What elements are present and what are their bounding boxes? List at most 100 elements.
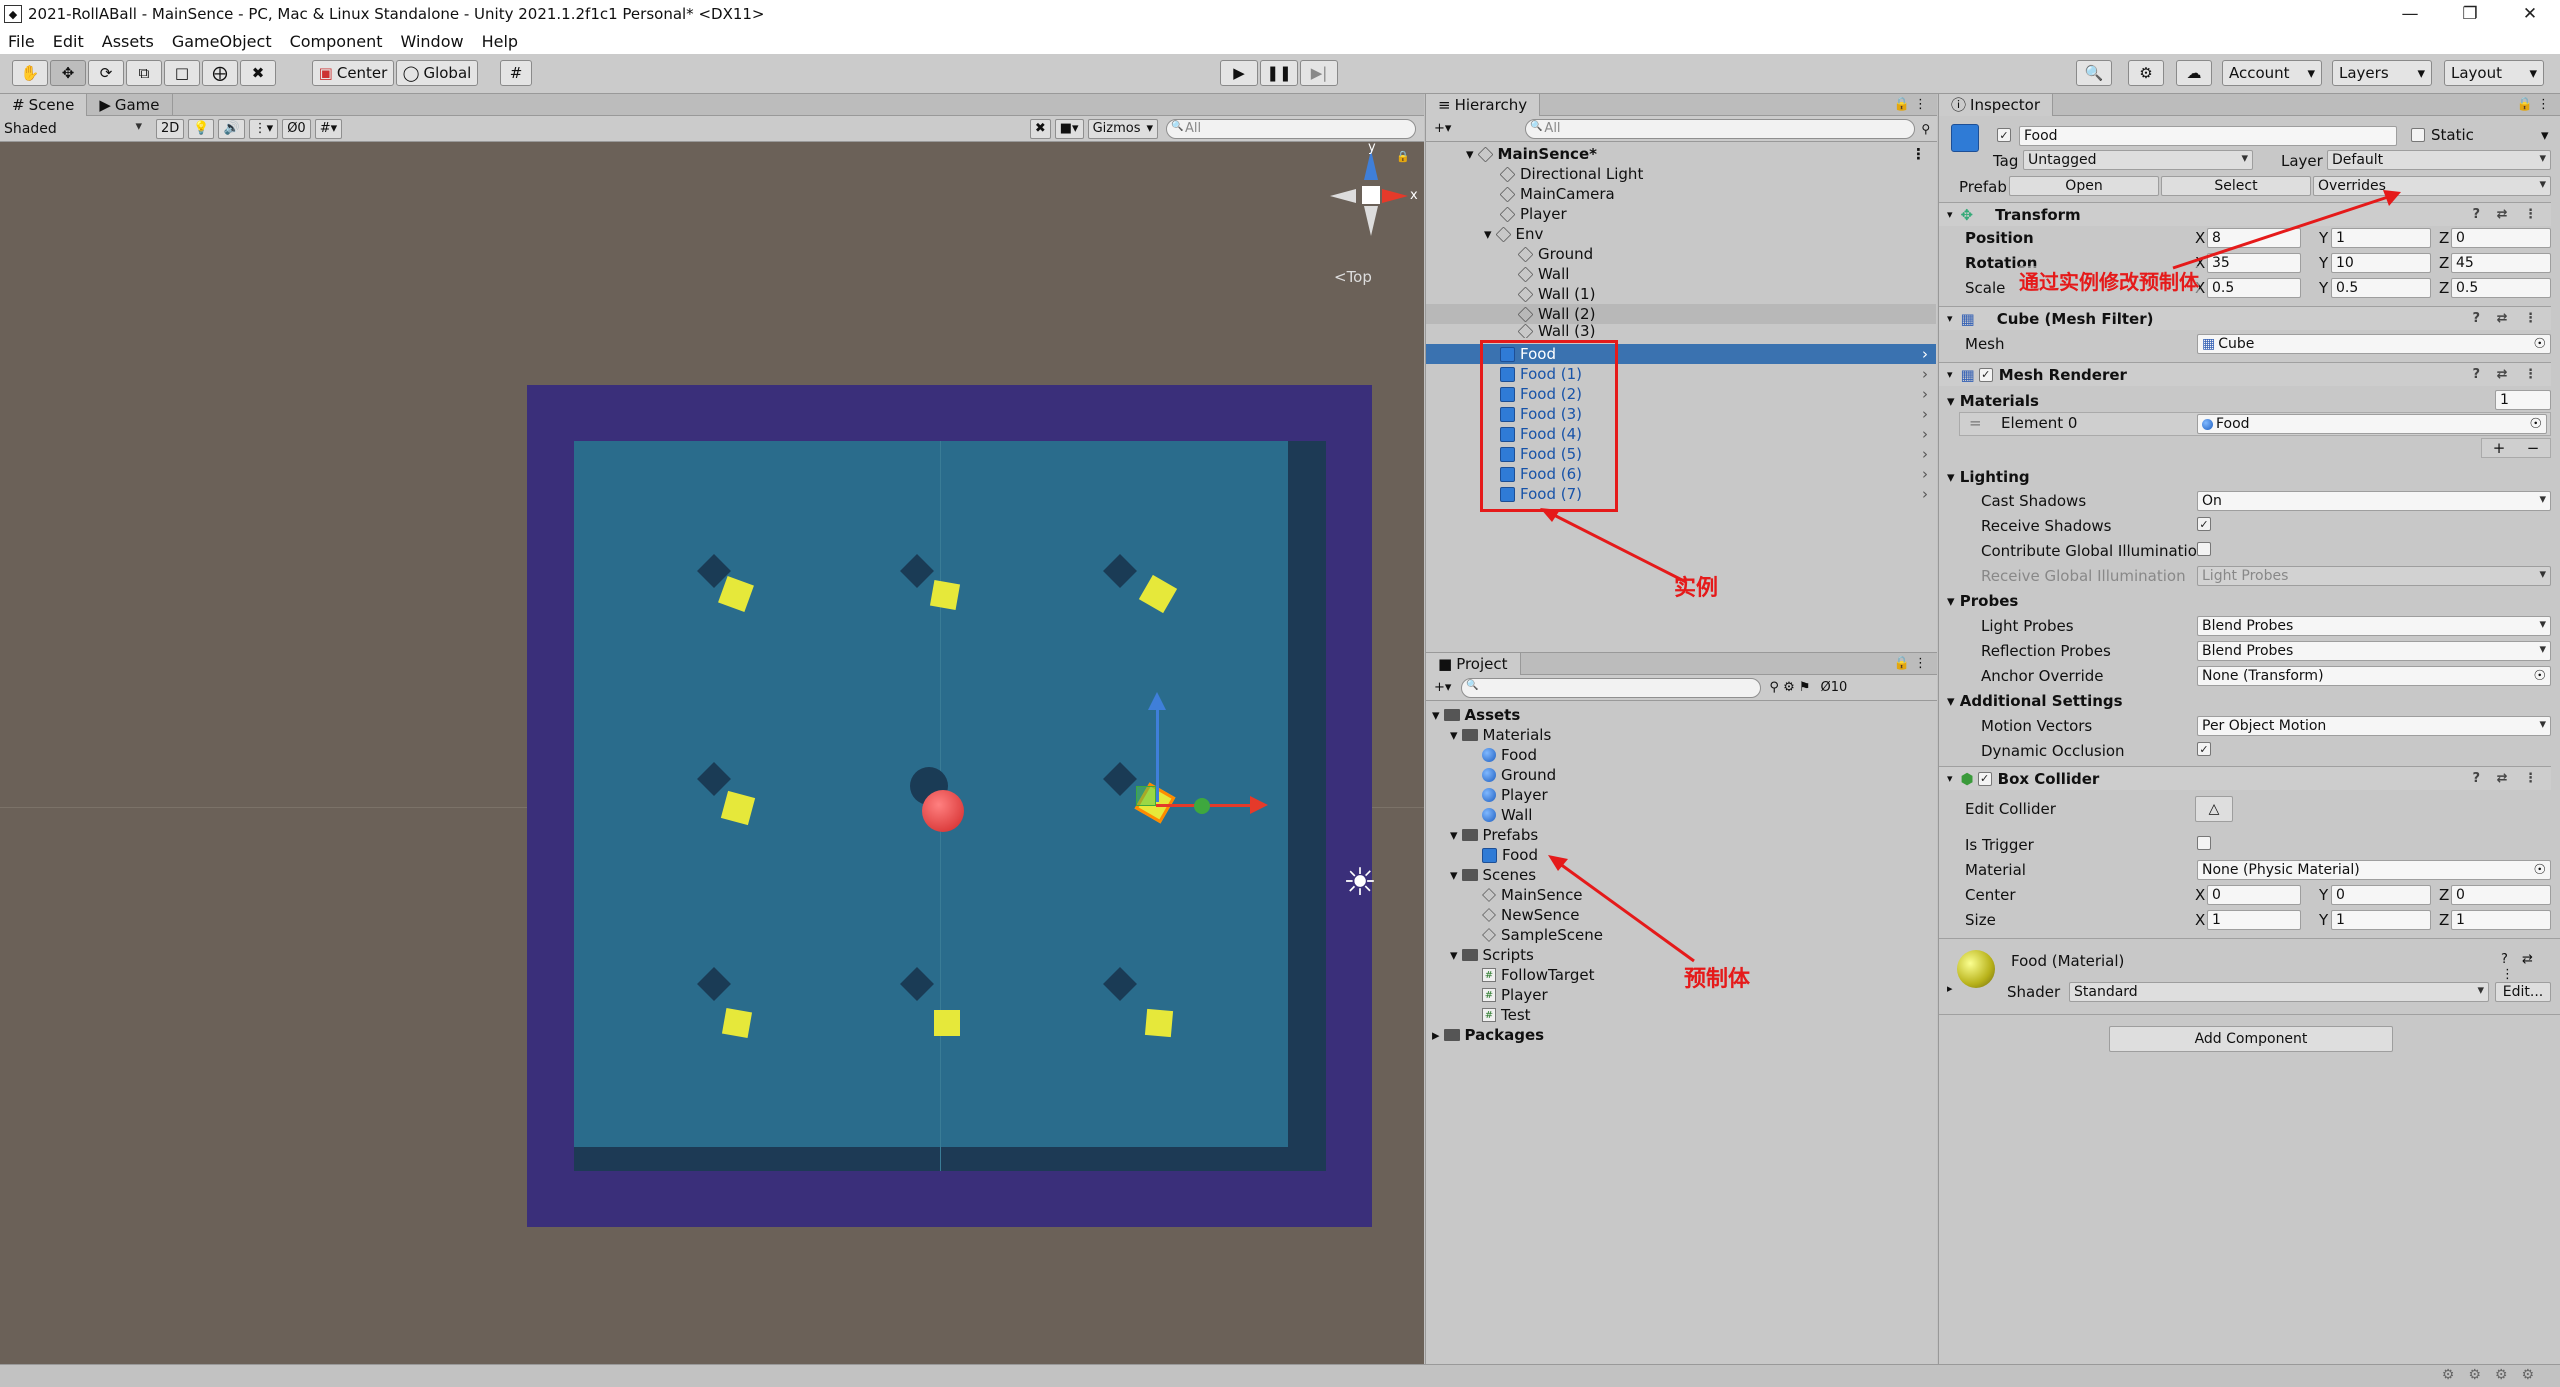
component-menu-icon[interactable]: ? ⇄ ⋮ [2473, 311, 2544, 326]
static-checkbox[interactable] [2411, 128, 2425, 142]
shader-dropdown[interactable]: Standard [2069, 982, 2489, 1002]
hierarchy-item-wall-3[interactable]: Wall (3) [1426, 324, 1936, 338]
layout-dropdown[interactable]: Layout ▾ [2444, 60, 2544, 86]
menu-component[interactable]: Component [290, 32, 383, 51]
rect-tool-icon[interactable]: □ [164, 60, 200, 86]
material-expand-icon[interactable]: ▸ [1947, 982, 1953, 995]
component-menu-icon[interactable]: ? ⇄ ⋮ [2473, 367, 2544, 382]
services-icon[interactable]: ⚙ [2128, 60, 2164, 86]
cloud-icon[interactable]: ☁ [2176, 60, 2212, 86]
menu-window[interactable]: Window [400, 32, 463, 51]
project-assets-folder[interactable]: ▾ Assets [1432, 705, 1520, 725]
account-dropdown[interactable]: Account ▾ [2222, 60, 2322, 86]
search-icon[interactable]: 🔍 [2076, 60, 2112, 86]
add-element-icon[interactable]: + [2493, 439, 2506, 457]
dynamic-occlusion-checkbox[interactable]: ✓ [2197, 742, 2211, 756]
gizmo-x-cone-icon[interactable] [1382, 189, 1408, 203]
step-button[interactable]: ▶| [1300, 60, 1338, 86]
gizmos-dropdown[interactable]: Gizmos ▾ [1087, 118, 1158, 139]
additional-settings-section[interactable]: ▾ Additional Settings [1947, 692, 2123, 710]
add-component-button[interactable]: Add Component [2109, 1026, 2393, 1052]
hierarchy-item-directional-light[interactable]: Directional Light [1426, 164, 1936, 184]
scene-search-input[interactable]: All [1166, 118, 1416, 139]
food-cube[interactable] [721, 1007, 753, 1039]
play-button[interactable]: ▶ [1220, 60, 1258, 86]
add-icon[interactable]: +▾ [1430, 678, 1455, 698]
static-dropdown-icon[interactable]: ▾ [2541, 126, 2549, 144]
player-sphere[interactable] [922, 790, 964, 832]
scene-viewport[interactable]: ☀ x y <Top 🔒 [0, 140, 1424, 1364]
grid-snap-icon[interactable]: # [500, 60, 532, 86]
layer-dropdown[interactable]: Default [2327, 150, 2551, 170]
receive-shadows-checkbox[interactable]: ✓ [2197, 517, 2211, 531]
active-checkbox[interactable]: ✓ [1997, 128, 2011, 142]
effects-toggle-icon[interactable]: ⋮▾ [248, 118, 279, 139]
tab-project[interactable]: ■ Project [1426, 652, 1521, 675]
global-button[interactable]: ◯ Global [396, 60, 478, 86]
project-script-player[interactable]: # Player [1482, 985, 1548, 1005]
mesh-filter-header[interactable]: ▾ ▦ Cube (Mesh Filter)? ⇄ ⋮ [1939, 306, 2551, 330]
rotation-z-field[interactable]: 45 [2451, 253, 2551, 273]
project-script-test[interactable]: # Test [1482, 1005, 1531, 1025]
drag-handle-icon[interactable]: = [1969, 414, 1982, 432]
component-menu-icon[interactable]: ? ⇄ ⋮ [2473, 207, 2544, 222]
gizmo-plane-handle[interactable] [1136, 786, 1156, 806]
close-button[interactable]: ✕ [2500, 0, 2560, 28]
food-cube[interactable] [929, 579, 961, 611]
menu-file[interactable]: File [8, 32, 35, 51]
gizmo-center-cube[interactable] [1362, 186, 1380, 204]
scale-x-field[interactable]: 0.5 [2207, 278, 2301, 298]
size-x-field[interactable]: 1 [2207, 910, 2301, 930]
project-material-food[interactable]: Food [1482, 745, 1537, 765]
project-material-ground[interactable]: Ground [1482, 765, 1556, 785]
project-packages-folder[interactable]: ▸ Packages [1432, 1025, 1544, 1045]
center-y-field[interactable]: 0 [2331, 885, 2431, 905]
status-icons[interactable]: ⚙⚙⚙⚙ [2442, 1367, 2548, 1383]
list-add-remove-buttons[interactable]: + − [2481, 438, 2551, 458]
pivot-center-button[interactable]: ▣ Center [312, 60, 394, 86]
contribute-gi-checkbox[interactable] [2197, 542, 2211, 556]
orientation-gizmo[interactable]: x y <Top 🔒 [1320, 140, 1420, 286]
hidden-count-icon[interactable]: Ø10 [1821, 680, 1848, 695]
minimize-button[interactable]: — [2380, 0, 2440, 28]
collider-material-field[interactable]: None (Physic Material) ☉ [2197, 860, 2551, 880]
layers-dropdown[interactable]: Layers ▾ [2332, 60, 2432, 86]
tab-game[interactable]: ▶ Game [87, 93, 173, 116]
panel-menu-icon[interactable]: 🔒 ⋮ [1894, 656, 1927, 671]
hierarchy-item-wall-1[interactable]: Wall (1) [1426, 284, 1936, 304]
camera-icon[interactable]: ■▾ [1054, 118, 1084, 139]
hidden-objects-icon[interactable]: Ø0 [282, 118, 311, 139]
size-z-field[interactable]: 1 [2451, 910, 2551, 930]
food-cube[interactable] [1144, 1008, 1174, 1038]
view-top-label[interactable]: <Top [1334, 268, 1372, 286]
probes-section[interactable]: ▾ Probes [1947, 592, 2018, 610]
grid-toggle-icon[interactable]: #▾ [314, 118, 343, 139]
project-search-input[interactable] [1461, 677, 1762, 698]
project-material-wall[interactable]: Wall [1482, 805, 1532, 825]
lock-icon[interactable]: 🔒 [1396, 150, 1410, 163]
prefab-open-button[interactable]: Open [2009, 176, 2159, 196]
panel-menu-icon[interactable]: 🔒 ⋮ [1894, 97, 1927, 112]
shading-mode-dropdown[interactable]: Shaded [0, 118, 146, 139]
gizmo-x-arrow-icon[interactable] [1250, 796, 1268, 814]
tab-hierarchy[interactable]: ≡ Hierarchy [1426, 93, 1541, 116]
tab-scene[interactable]: # Scene [0, 93, 88, 116]
element0-field[interactable]: Food ☉ [2197, 414, 2547, 434]
filter-type-icon[interactable]: ⚲ ⚙ ⚑ [1769, 680, 1810, 695]
menu-edit[interactable]: Edit [53, 32, 84, 51]
hierarchy-item-player[interactable]: Player [1426, 204, 1936, 224]
project-prefabs-folder[interactable]: ▾ Prefabs [1450, 825, 1538, 845]
mesh-renderer-enabled-checkbox[interactable]: ✓ [1978, 367, 1993, 382]
hand-tool-icon[interactable]: ✋ [12, 60, 48, 86]
project-scripts-folder[interactable]: ▾ Scripts [1450, 945, 1534, 965]
object-name-field[interactable]: Food [2019, 126, 2397, 146]
mesh-renderer-header[interactable]: ▾ ▦ ✓ Mesh Renderer? ⇄ ⋮ [1939, 362, 2551, 386]
shader-edit-button[interactable]: Edit... [2495, 982, 2551, 1002]
hierarchy-search-input[interactable]: All [1525, 118, 1916, 139]
reflection-probes-dropdown[interactable]: Blend Probes [2197, 641, 2551, 661]
maximize-button[interactable]: ❐ [2440, 0, 2500, 28]
cast-shadows-dropdown[interactable]: On [2197, 491, 2551, 511]
remove-element-icon[interactable]: − [2527, 439, 2540, 457]
lighting-toggle-icon[interactable]: 💡 [188, 118, 215, 139]
scene-root[interactable]: ▾ MainSence* ⋮ [1426, 144, 1936, 164]
